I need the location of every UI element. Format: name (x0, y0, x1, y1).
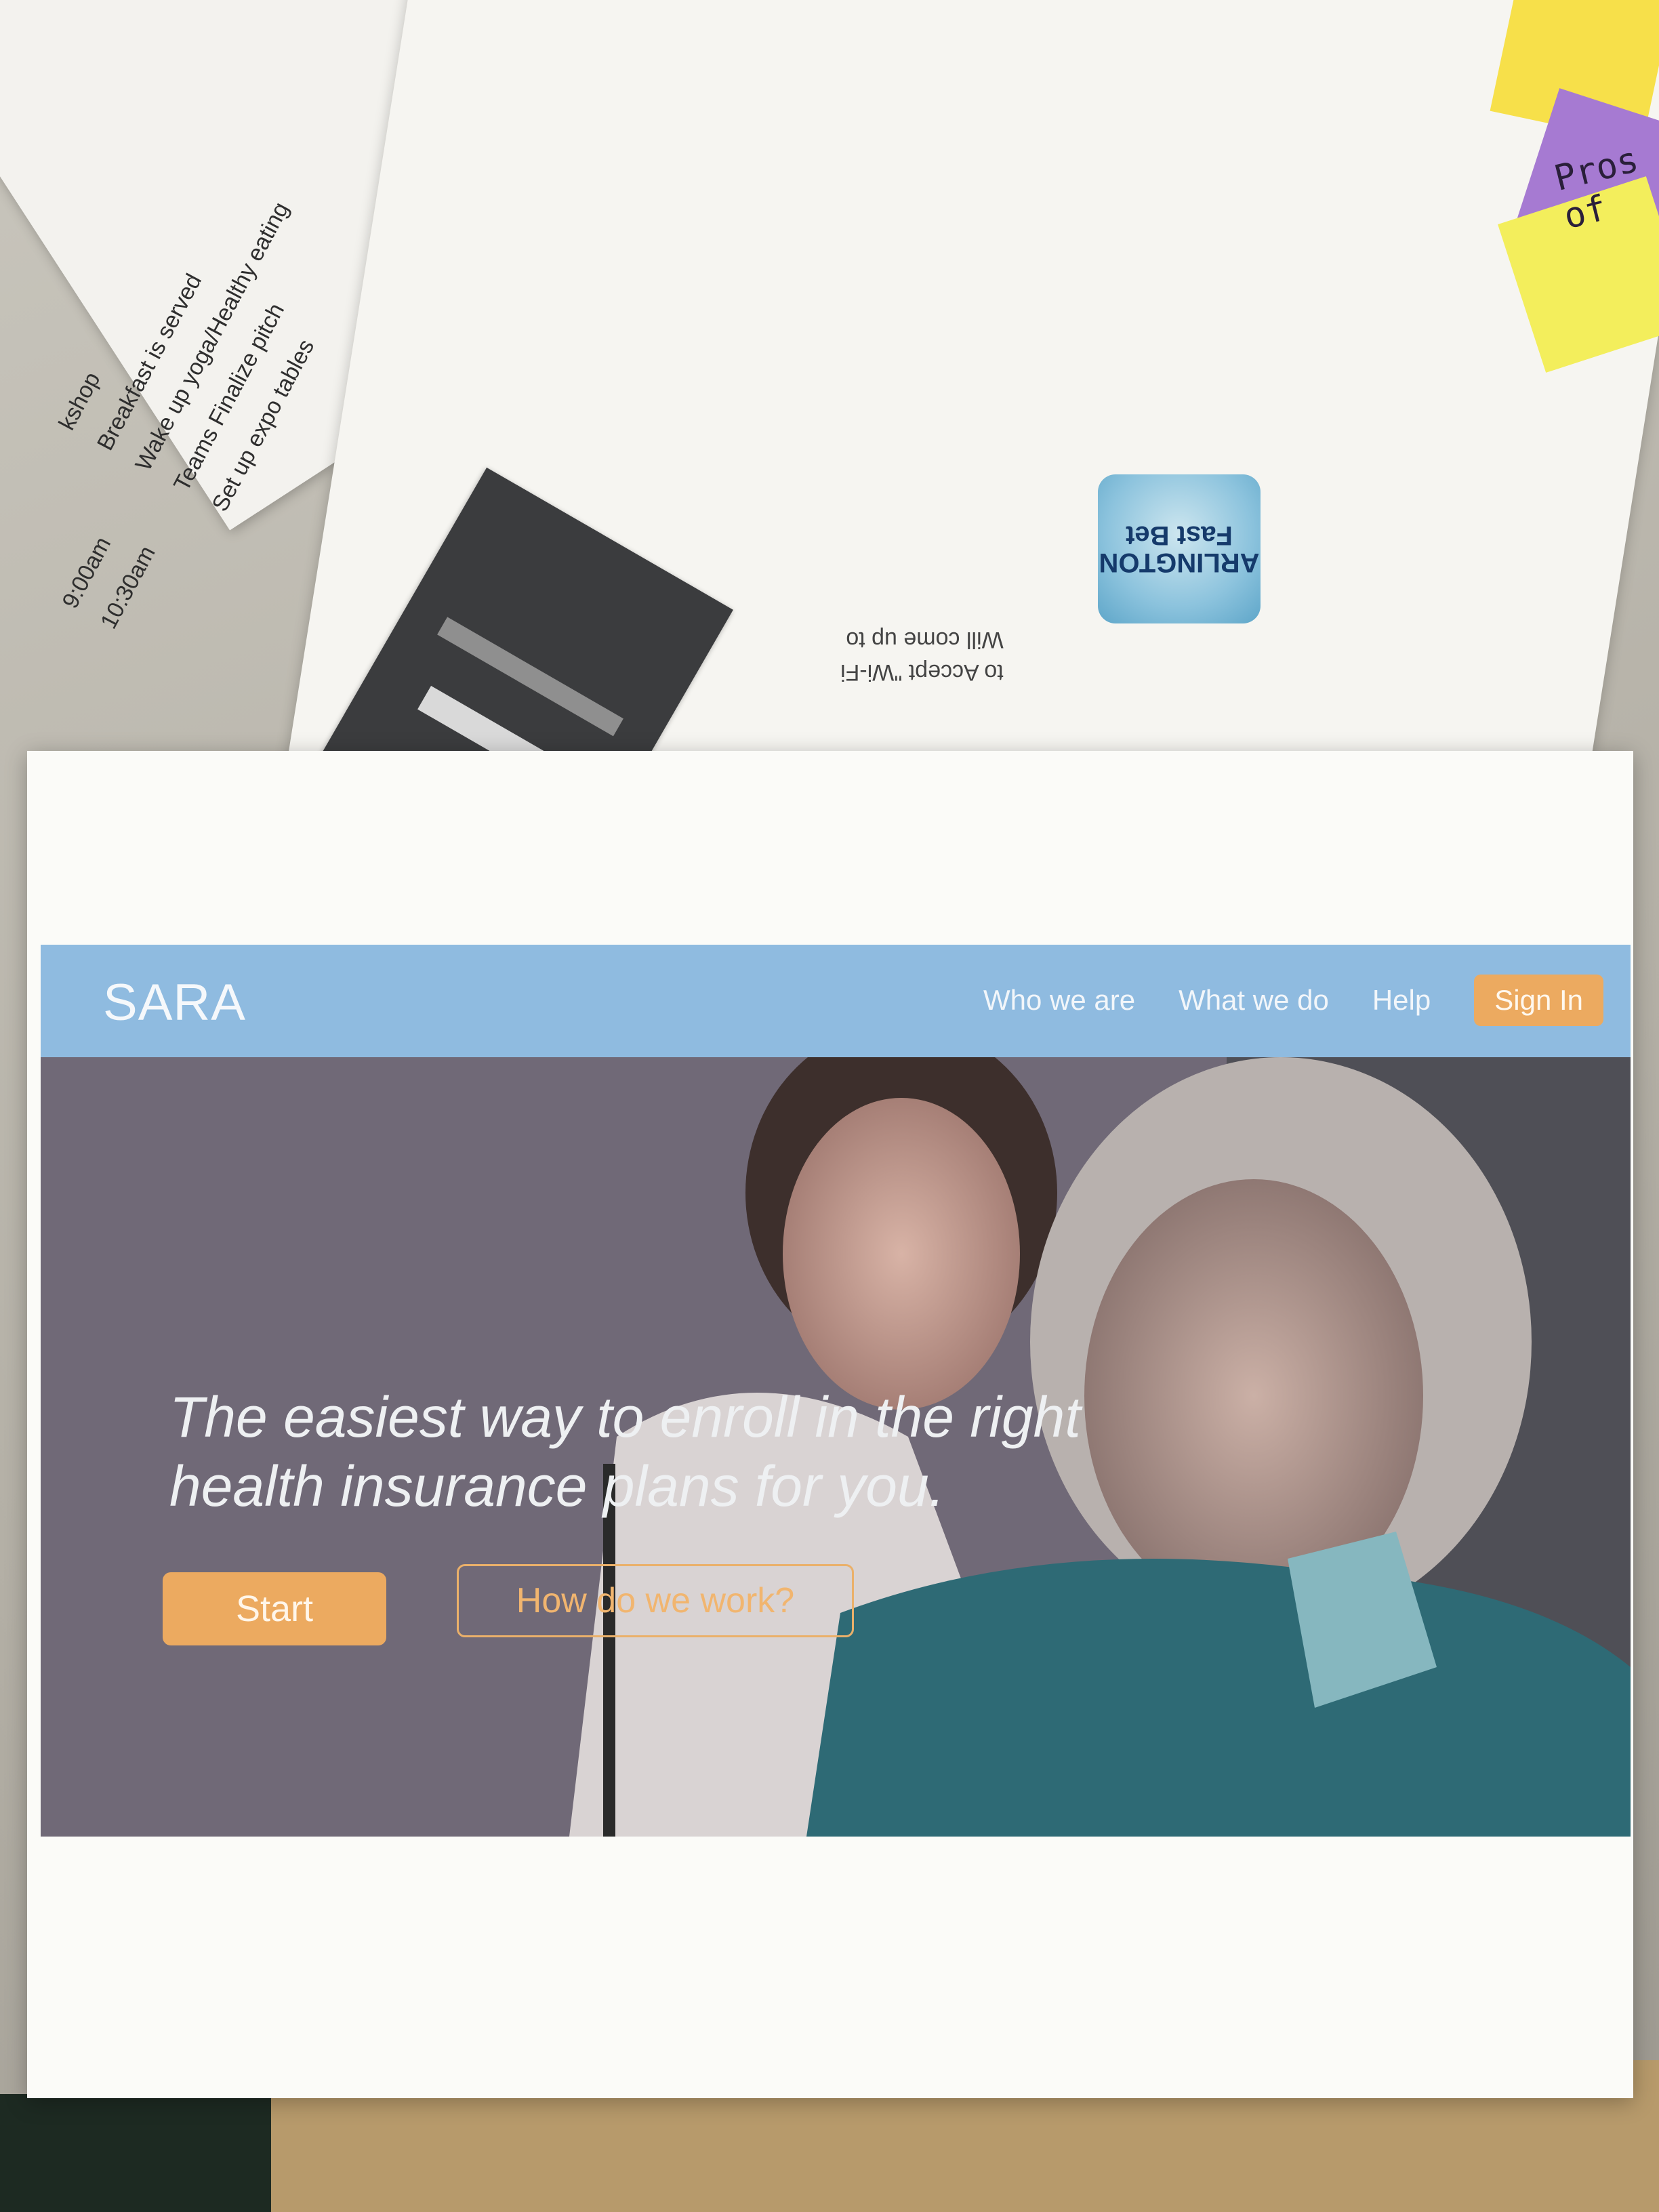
printed-paper: SARA Who we are What we do Help Sign In (27, 751, 1633, 2098)
navbar: SARA Who we are What we do Help Sign In (41, 945, 1631, 1057)
how-do-we-work-button[interactable]: How do we work? (457, 1564, 854, 1637)
nav-help[interactable]: Help (1372, 984, 1431, 1017)
website-print: SARA Who we are What we do Help Sign In (41, 945, 1631, 1837)
nav-what-we-do[interactable]: What we do (1179, 984, 1329, 1017)
wifi-line: Will come up to (846, 627, 1004, 653)
wifi-line: to Accept "Wi-Fi (840, 659, 1004, 685)
start-button[interactable]: Start (163, 1572, 386, 1645)
wifi-ad-logo: ARLINGTON Fast Bet (1098, 474, 1261, 623)
headline-line-2: health insurance plans for you. (169, 1454, 945, 1518)
hero-section: The easiest way to enroll in the right h… (41, 1057, 1631, 1837)
headline-line-1: The easiest way to enroll in the right (169, 1385, 1081, 1449)
site-logo[interactable]: SARA (103, 973, 246, 1032)
desk-scene: kshop Breakfast is served 9:00am Wake up… (0, 0, 1659, 2212)
floor (0, 2094, 285, 2212)
wifi-disclaimer-text: to Accept "Wi-Fi Will come up to (840, 623, 1004, 689)
sign-in-button[interactable]: Sign In (1474, 975, 1603, 1026)
hero-headline: The easiest way to enroll in the right h… (169, 1382, 1152, 1521)
wifi-ad-logo-text: ARLINGTON Fast Bet (1099, 520, 1260, 577)
nav-who-we-are[interactable]: Who we are (983, 984, 1135, 1017)
nav-links: Who we are What we do Help Sign In (983, 975, 1603, 1026)
